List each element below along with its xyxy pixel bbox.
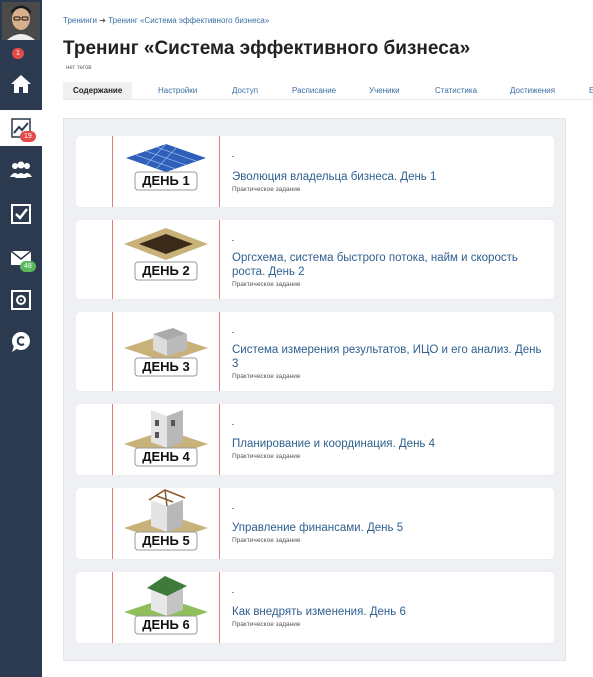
lesson-title[interactable]: Система измерения результатов, ИЦО и его… — [232, 343, 544, 371]
home-icon — [11, 75, 31, 93]
sidebar-item-users[interactable] — [0, 152, 42, 188]
lesson-title[interactable]: Эволюция владельца бизнеса. День 1 — [232, 170, 544, 184]
dot-mark — [232, 424, 234, 425]
avatar[interactable] — [2, 2, 40, 40]
day-illustration — [113, 404, 219, 475]
lesson-card[interactable]: ДЕНЬ 4 Планирование и координация. День … — [76, 404, 554, 475]
day-label: ДЕНЬ 4 — [142, 449, 190, 464]
day-label: ДЕНЬ 3 — [142, 359, 190, 374]
building-walls-icon — [124, 410, 208, 467]
lesson-card[interactable]: ДЕНЬ 1 Эволюция владельца бизнеса. День … — [76, 136, 554, 207]
lessons-panel: ДЕНЬ 1 Эволюция владельца бизнеса. День … — [63, 118, 566, 661]
day-illustration — [113, 488, 219, 559]
tab-schedule[interactable]: Расписание — [292, 82, 336, 99]
safe-icon — [11, 290, 31, 310]
dot-mark — [232, 156, 234, 157]
breadcrumb-arrow-icon: ➜ — [99, 16, 106, 25]
lesson-title[interactable]: Планирование и координация. День 4 — [232, 437, 544, 451]
lesson-card[interactable]: ДЕНЬ 5 Управление финансами. День 5 Прак… — [76, 488, 554, 559]
lesson-type: Практическое задание — [232, 186, 301, 193]
dot-mark — [232, 592, 234, 593]
day-label: ДЕНЬ 2 — [142, 263, 190, 278]
lesson-card[interactable]: ДЕНЬ 3 Система измерения результатов, ИЦ… — [76, 312, 554, 391]
lesson-type: Практическое задание — [232, 621, 301, 628]
building-roof-frame-icon — [124, 489, 208, 551]
dot-mark — [232, 240, 234, 241]
card-divider — [219, 404, 220, 475]
lesson-title[interactable]: Как внедрять изменения. День 6 — [232, 605, 544, 619]
lesson-type: Практическое задание — [232, 373, 301, 380]
breadcrumb-root-link[interactable]: Тренинги — [63, 16, 97, 25]
checkbox-icon — [11, 204, 31, 224]
lesson-card[interactable]: ДЕНЬ 2 Оргсхема, система быстрого потока… — [76, 220, 554, 299]
blueprint-icon — [126, 143, 206, 191]
day-illustration — [113, 312, 219, 391]
day-label: ДЕНЬ 1 — [142, 173, 190, 188]
tab-bar: Содержание Настройки Доступ Расписание У… — [63, 82, 593, 100]
sidebar-item-tasks[interactable] — [0, 196, 42, 232]
card-divider — [219, 312, 220, 391]
lesson-card[interactable]: ДЕНЬ 6 Как внедрять изменения. День 6 Пр… — [76, 572, 554, 643]
lesson-type: Практическое задание — [232, 537, 301, 544]
card-divider — [219, 572, 220, 643]
card-divider — [219, 220, 220, 299]
lesson-title[interactable]: Управление финансами. День 5 — [232, 521, 544, 535]
messages-badge: 48 — [20, 261, 36, 272]
day-illustration — [113, 220, 219, 299]
tab-settings[interactable]: Настройки — [158, 82, 197, 99]
users-icon — [10, 161, 32, 178]
day-illustration — [113, 136, 219, 207]
sidebar-item-home[interactable] — [0, 66, 42, 102]
finished-house-icon — [124, 576, 208, 635]
foundation-pit-icon — [124, 228, 208, 281]
tab-achievements[interactable]: Достижения — [510, 82, 555, 99]
tab-students[interactable]: Ученики — [369, 82, 400, 99]
chat-icon — [12, 332, 30, 352]
lesson-title[interactable]: Оргсхема, система быстрого потока, найм … — [232, 251, 544, 279]
card-divider — [219, 488, 220, 559]
trainings-badge: 19 — [20, 131, 36, 142]
lesson-type: Практическое задание — [232, 281, 301, 288]
sidebar-item-chat[interactable] — [0, 324, 42, 360]
day-illustration — [113, 572, 219, 643]
lesson-type: Практическое задание — [232, 453, 301, 460]
sidebar: 1 19 48 — [0, 0, 42, 677]
tab-access[interactable]: Доступ — [232, 82, 258, 99]
page-title: Тренинг «Система эффективного бизнеса» — [63, 38, 471, 59]
tags-label: нет тегов — [66, 65, 92, 71]
card-divider — [219, 136, 220, 207]
day-label: ДЕНЬ 6 — [142, 617, 190, 632]
breadcrumb: Тренинги ➜ Тренинг «Система эффективного… — [63, 16, 269, 25]
breadcrumb-current-link[interactable]: Тренинг «Система эффективного бизнеса» — [108, 16, 269, 25]
dot-mark — [232, 332, 234, 333]
tab-statistics[interactable]: Статистика — [435, 82, 477, 99]
notification-badge: 1 — [12, 48, 24, 59]
dot-mark — [232, 508, 234, 509]
tab-more[interactable]: Е — [589, 82, 593, 99]
day-label: ДЕНЬ 5 — [142, 533, 190, 548]
sidebar-item-safe[interactable] — [0, 282, 42, 318]
building-foundation-icon — [124, 328, 208, 377]
tab-content[interactable]: Содержание — [63, 82, 133, 99]
